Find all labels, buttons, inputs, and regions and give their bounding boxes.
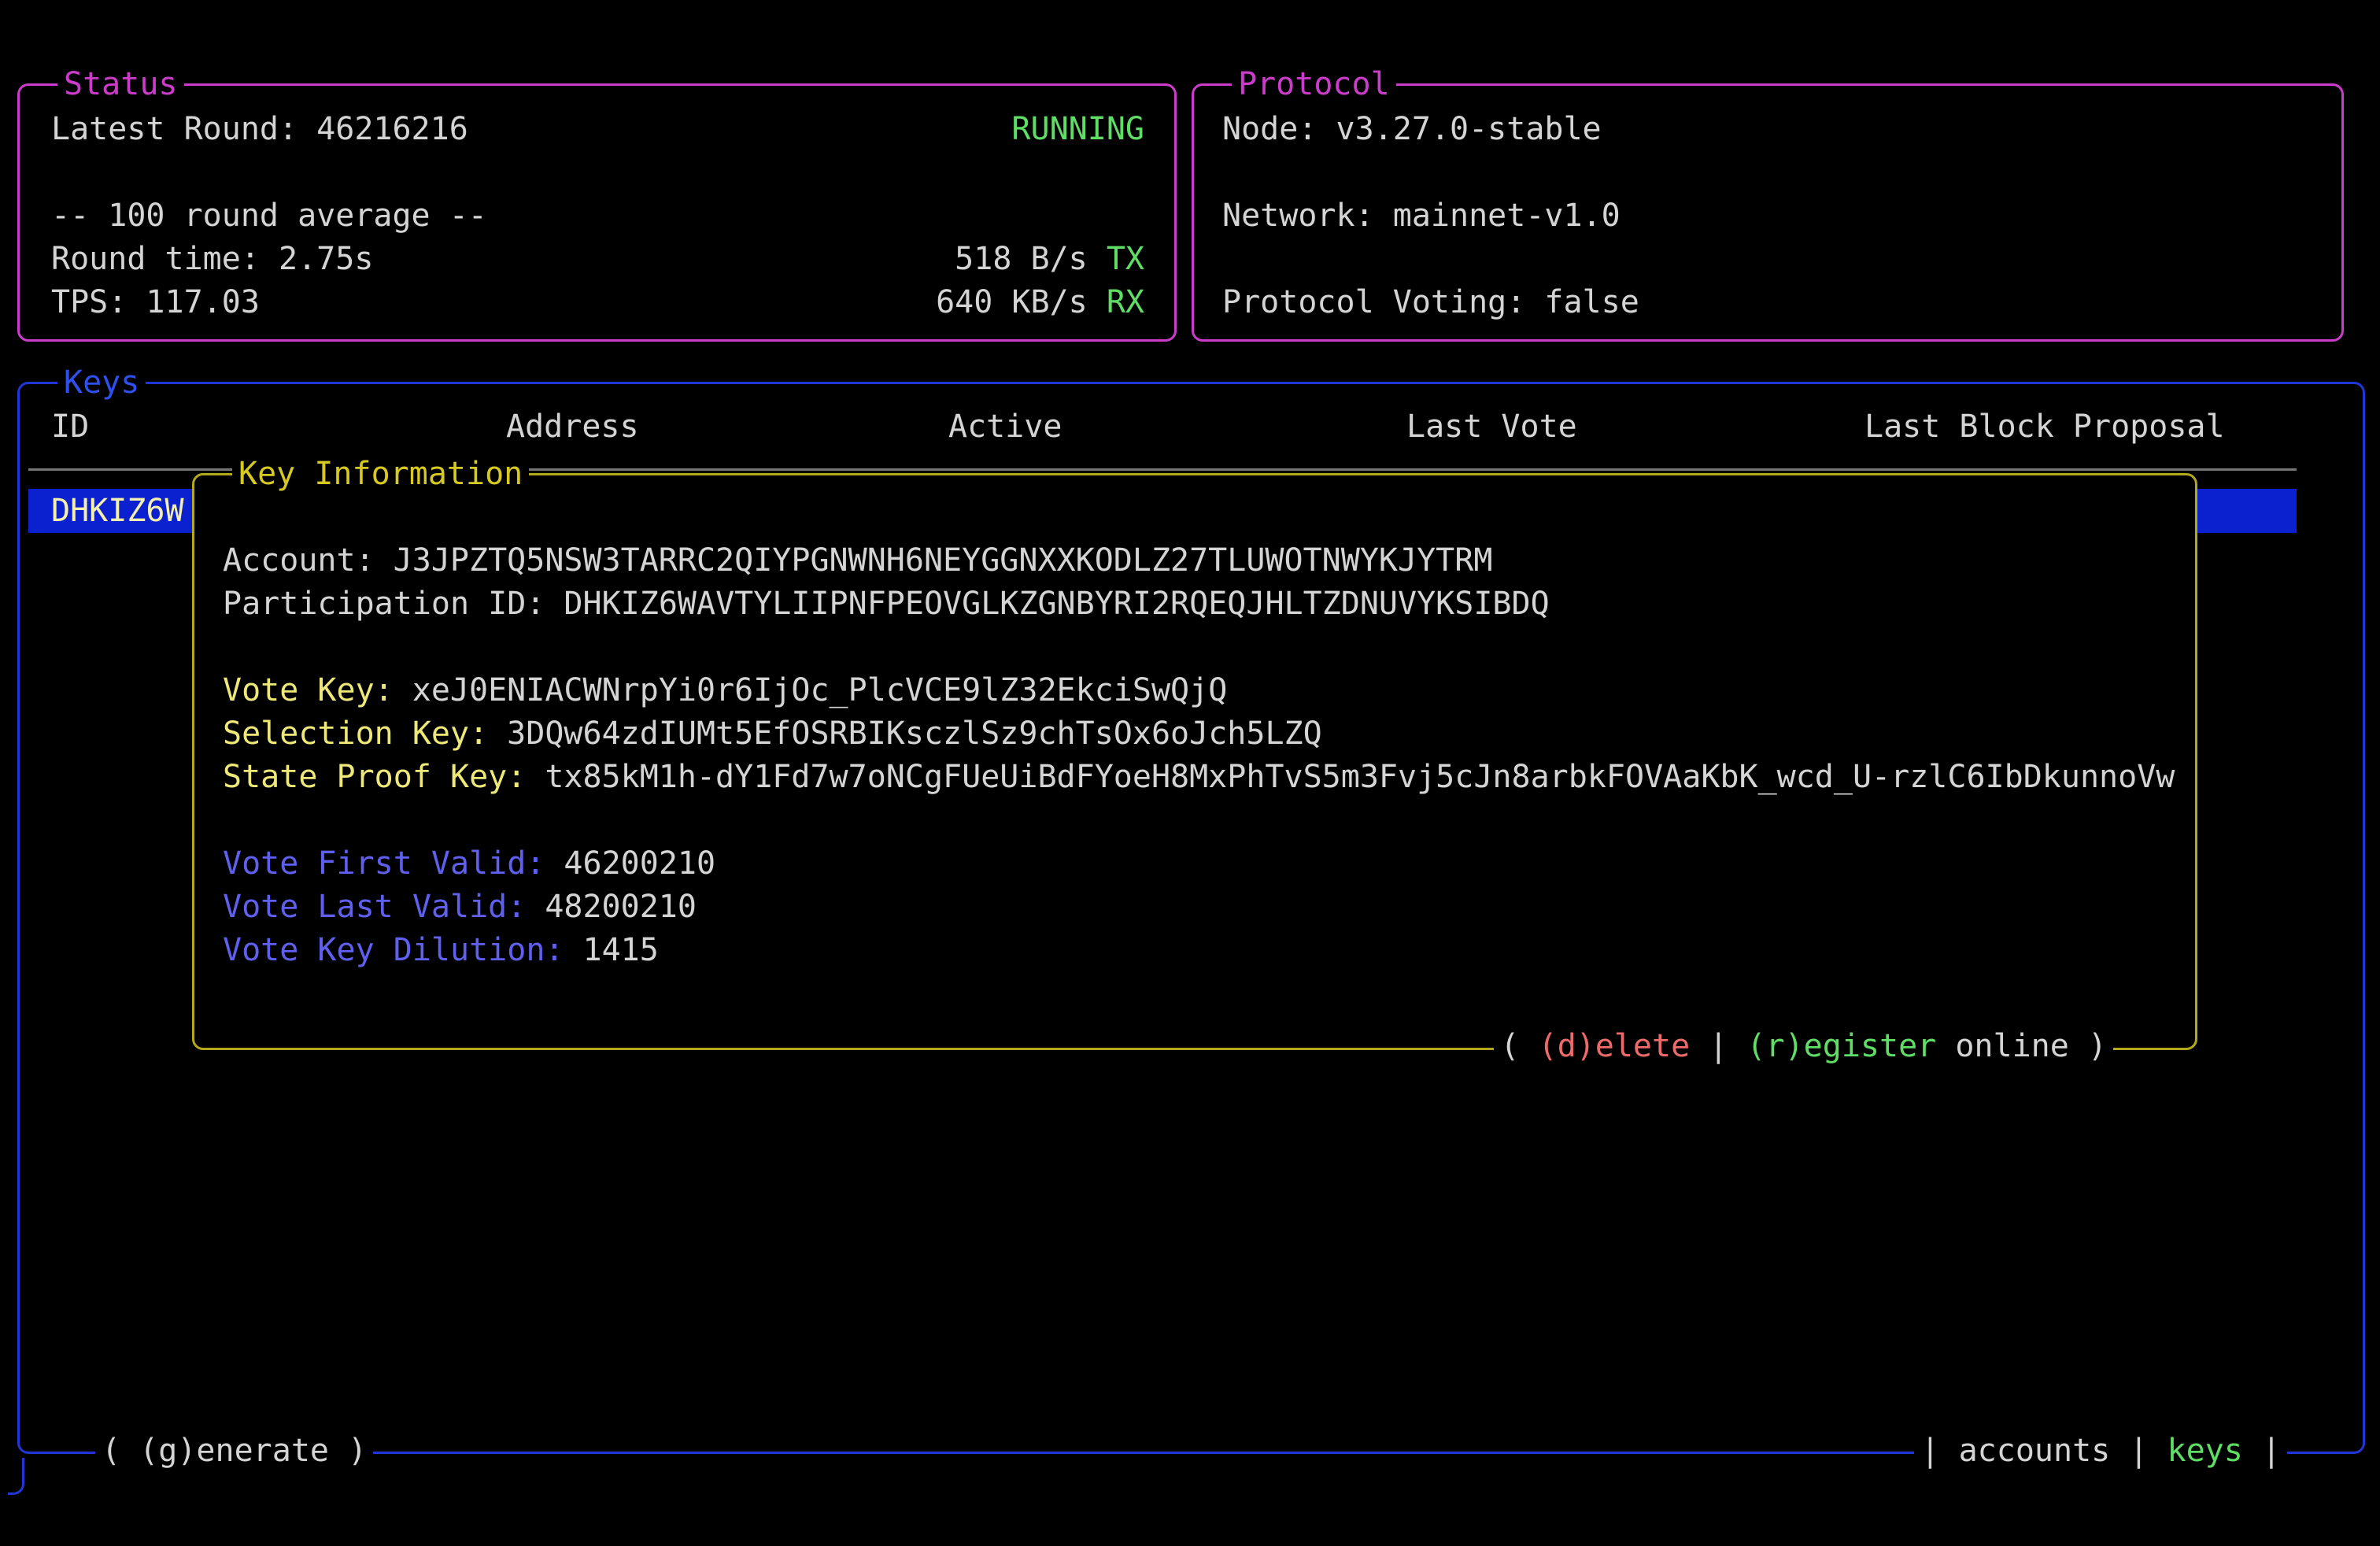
- vote-last-valid-row: Vote Last Valid: 48200210: [223, 886, 697, 929]
- generate-button[interactable]: ( (g)enerate ): [95, 1429, 373, 1473]
- column-header-address: Address: [506, 405, 639, 449]
- tabs-mid-divider: |: [2110, 1433, 2167, 1469]
- rx-rate-value: 640 KB/s: [936, 284, 1107, 320]
- state-proof-key-label: State Proof Key:: [223, 759, 526, 795]
- selection-key-row: Selection Key: 3DQw64zdIUMt5EfOSRBIKsczlS…: [223, 712, 1322, 756]
- account-row: Account: J3JPZTQ5NSW3TARRC2QIYPGNWNH6NEYG…: [223, 539, 1492, 583]
- tabs-lead-divider: |: [1920, 1433, 1958, 1469]
- status-panel-title: Status: [57, 63, 184, 106]
- key-information-title: Key Information: [232, 453, 529, 496]
- vote-key-label: Vote Key:: [223, 672, 394, 708]
- vote-key-dilution-label: Vote Key Dilution:: [223, 932, 564, 968]
- account-label: Account:: [223, 542, 375, 579]
- state-proof-key-row: State Proof Key: tx85kM1h-dY1Fd7w7oNCgFUe…: [223, 756, 2175, 799]
- tps-text: TPS: 117.03: [51, 281, 260, 324]
- node-state-badge: RUNNING: [1011, 108, 1144, 151]
- register-online-button[interactable]: (r)egister: [1746, 1028, 1936, 1064]
- tab-accounts[interactable]: accounts: [1959, 1433, 2111, 1469]
- participation-id-row: Participation ID: DHKIZ6WAVTYLIIPNFPEOVGL…: [223, 583, 1550, 626]
- status-panel: Status Latest Round: 46216216 RUNNING --…: [17, 83, 1177, 342]
- round-time-text: Round time: 2.75s: [51, 238, 373, 281]
- actions-close-paren: online ): [1936, 1028, 2107, 1064]
- protocol-voting-text: Protocol Voting: false: [1222, 281, 1639, 324]
- actions-open-paren: (: [1500, 1028, 1538, 1064]
- tx-rate-value: 518 B/s: [955, 241, 1107, 277]
- vote-key-value: xeJ0ENIACWNrpYi0r6IjOc_PlcVCE9lZ32EkciSw…: [412, 672, 1228, 708]
- view-tabs: | accounts | keys |: [1914, 1429, 2287, 1473]
- network-text: Network: mainnet-v1.0: [1222, 194, 1621, 238]
- state-proof-key-value: tx85kM1h-dY1Fd7w7oNCgFUeUiBdFYoeH8MxPhTv…: [545, 759, 2175, 795]
- delete-button[interactable]: (d)elete: [1539, 1028, 1691, 1064]
- key-information-dialog: Key Information Account:J3JPZTQ5NSW3TARR…: [192, 473, 2197, 1050]
- column-header-active: Active: [948, 405, 1062, 449]
- vote-key-dilution-value: 1415: [582, 932, 658, 968]
- key-actions: ( (d)elete | (r)egister online ): [1494, 1025, 2113, 1068]
- tx-rate-line: 518 B/s TX: [955, 238, 1144, 281]
- column-header-last-vote: Last Vote: [1406, 405, 1577, 449]
- rx-rate-unit: RX: [1107, 284, 1144, 320]
- selection-key-label: Selection Key:: [223, 716, 488, 752]
- node-version-text: Node: v3.27.0-stable: [1222, 108, 1602, 151]
- vote-first-valid-value: 46200210: [564, 845, 715, 882]
- protocol-panel: Protocol Node: v3.27.0-stable Network: m…: [1192, 83, 2344, 342]
- selection-key-value: 3DQw64zdIUMt5EfOSRBIKsczlSz9chTsOx6oJch5…: [507, 716, 1322, 752]
- terminal-screen: Status Latest Round: 46216216 RUNNING --…: [0, 0, 2380, 1546]
- vote-first-valid-row: Vote First Valid: 46200210: [223, 842, 715, 886]
- vote-first-valid-label: Vote First Valid:: [223, 845, 545, 882]
- vote-key-dilution-row: Vote Key Dilution: 1415: [223, 929, 659, 972]
- column-header-id: ID: [51, 405, 89, 449]
- keys-panel-title: Keys: [57, 361, 146, 405]
- column-header-last-block-proposal: Last Block Proposal: [1864, 405, 2225, 449]
- protocol-panel-title: Protocol: [1232, 63, 1396, 106]
- rx-rate-line: 640 KB/s RX: [936, 281, 1144, 324]
- account-value: J3JPZTQ5NSW3TARRC2QIYPGNWNH6NEYGGNXXKODL…: [394, 542, 1493, 579]
- round-average-header: -- 100 round average --: [51, 194, 487, 238]
- tx-rate-unit: TX: [1107, 241, 1144, 277]
- latest-round-text: Latest Round: 46216216: [51, 108, 468, 151]
- participation-id-value: DHKIZ6WAVTYLIIPNFPEOVGLKZGNBYRI2RQEQJHLT…: [564, 586, 1549, 622]
- participation-id-label: Participation ID:: [223, 586, 545, 622]
- vote-last-valid-label: Vote Last Valid:: [223, 889, 526, 925]
- tab-keys[interactable]: keys: [2168, 1433, 2243, 1469]
- actions-divider: |: [1690, 1028, 1746, 1064]
- vote-key-row: Vote Key: xeJ0ENIACWNrpYi0r6IjOc_PlcVCE9l…: [223, 669, 1227, 712]
- border-corner-glyph: [8, 1458, 24, 1495]
- vote-last-valid-value: 48200210: [545, 889, 697, 925]
- tabs-end-divider: |: [2243, 1433, 2281, 1469]
